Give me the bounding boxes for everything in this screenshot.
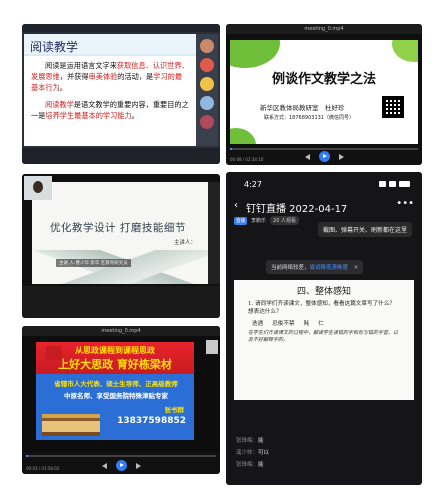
host-name: 李鹏乐 xyxy=(251,218,267,224)
wifi-icon xyxy=(389,181,396,187)
close-icon[interactable]: ✕ xyxy=(354,265,359,271)
meeting-control-bar[interactable] xyxy=(22,148,220,164)
dingtalk-live-phone: 4:27 ‹ 钉钉直播 2022-04-17 ••• 直播 李鹏乐 20 人观看… xyxy=(226,172,422,485)
meeting-toolbar xyxy=(22,24,220,32)
ideology-course-video: meeting_0.mp4 从思政课程到课程思政 上好大思政 育好栋梁材 省辖市… xyxy=(22,326,220,474)
speaker-caption: 主讲 人:曹少华 新华 区教育研究员 xyxy=(56,259,131,267)
reading-lesson-screenshot: 阅读教学 阅读是运用语言文字来获取信息、认识世界、发展思维，并获得审美体验的活动… xyxy=(22,24,220,164)
avatar[interactable] xyxy=(200,77,214,91)
more-icon[interactable]: ••• xyxy=(396,198,414,209)
teaching-design-video: 优化教学设计 打磨技能细节 主讲人： 主讲 人:曹少华 新华 区教育研究员 xyxy=(22,174,220,318)
previous-icon[interactable] xyxy=(303,153,310,160)
question-1: 1. 请同学们齐读课文，整体感知，看看这篇文章写了什么？想表达什么？ xyxy=(248,301,395,315)
slide-paragraph-2: 阅读教学是语文教学的重要内容，重要目的之一是培养学生最基本的学习能力。 xyxy=(31,100,189,120)
window-title: meeting_0.mp4 xyxy=(22,326,220,336)
poster-line-3: 省辖市人大代表、硕士生导师、正高级教师 xyxy=(54,380,178,388)
battery-icon xyxy=(399,181,410,187)
avatar[interactable] xyxy=(200,39,214,53)
avatar[interactable] xyxy=(200,58,214,72)
chat-message: 溪少帅：可以 xyxy=(236,450,270,456)
tooltip: 截图、弹幕开关、刷新都在这里 xyxy=(317,222,412,237)
composition-lesson-video: meeting_0.mp4 例谈作文教学之法 新华区教体局教研室 杜好珍 联系方… xyxy=(226,24,422,165)
mountain-decoration xyxy=(32,250,210,284)
host-info: 直播 李鹏乐 20 人观看 xyxy=(234,216,299,225)
presenter-webcam xyxy=(206,340,218,354)
side-panel xyxy=(208,182,220,284)
poster: 从思政课程到课程思政 上好大思政 育好栋梁材 省辖市人大代表、硕士生导师、正高级… xyxy=(36,342,194,440)
leaf-decoration xyxy=(230,40,280,68)
avatar[interactable] xyxy=(200,96,214,110)
next-icon[interactable] xyxy=(338,153,345,160)
progress-bar[interactable] xyxy=(26,455,216,457)
contact: 联系方式：18768903131（微信同号） xyxy=(264,115,354,121)
network-notice: 当前网络较差，尝试降低清晰度 ✕ xyxy=(266,260,364,274)
player-controls: 00:03 / 01:56:02 xyxy=(22,452,220,474)
speaker-name: 张书群 xyxy=(164,406,185,414)
chat-message: 张珠梅：能 xyxy=(236,438,264,444)
chat-list: 张珠梅：能 溪少帅：可以 张珠梅：能 xyxy=(236,435,269,471)
collage: 阅读教学 阅读是运用语言文字来获取信息、认识世界、发展思维，并获得审美体验的活动… xyxy=(0,0,447,497)
handwritten-notes: 在学生们齐读课文的过程中，解读学生读错的字和有写错的字音，以及不好解释字的。 xyxy=(248,330,399,343)
chat-message: 张珠梅：能 xyxy=(236,462,264,468)
paper-heading: 四、整体感知 xyxy=(296,287,351,297)
lesson-paper: 四、整体感知 1. 请同学们齐读课文，整体感知，看看这篇文章写了什么？想表达什么… xyxy=(234,280,414,400)
leaf-decoration xyxy=(230,128,256,144)
nav-bar: ‹ 钉钉直播 2022-04-17 ••• xyxy=(226,198,422,215)
back-icon[interactable]: ‹ xyxy=(234,200,238,211)
previous-icon[interactable] xyxy=(100,462,107,469)
live-title: 钉钉直播 2022-04-17 xyxy=(246,204,348,215)
slide-paragraph-1: 阅读是运用语言文字来获取信息、认识世界、发展思维，并获得审美体验的活动，是学习的… xyxy=(31,61,189,92)
slide: 阅读教学 阅读是运用语言文字来获取信息、认识世界、发展思维，并获得审美体验的活动… xyxy=(24,34,196,146)
participant-list[interactable] xyxy=(196,34,218,146)
qr-code-icon xyxy=(382,96,404,118)
slide-title: 阅读教学 xyxy=(30,40,79,54)
viewer-count: 20 人观看 xyxy=(270,216,299,225)
player-controls: 00:08 / 02:34:10 xyxy=(226,145,422,165)
great-hall-image xyxy=(42,414,100,436)
leaf-decoration xyxy=(392,40,418,62)
video-bottom-area xyxy=(22,286,220,318)
slide-title: 例谈作文教学之法 xyxy=(271,72,376,87)
slide: 例谈作文教学之法 新华区教体局教研室 杜好珍 联系方式：18768903131（… xyxy=(230,40,418,144)
play-button[interactable] xyxy=(115,460,127,471)
slide-title: 优化教学设计 打磨技能细节 xyxy=(50,222,186,234)
presenter-webcam xyxy=(24,176,52,200)
poster-line-4: 中原名师、享受国务院特殊津贴专家 xyxy=(64,392,168,400)
window-title: meeting_0.mp4 xyxy=(226,24,422,34)
presenter: 新华区教体局教研室 杜好珍 xyxy=(260,104,345,112)
poster-headline: 上好大思政 育好栋梁材 xyxy=(58,358,172,371)
lower-quality-link[interactable]: 尝试降低清晰度 xyxy=(310,265,349,271)
poster-line-1: 从思政课程到课程思政 xyxy=(75,346,155,355)
slide: 优化教学设计 打磨技能细节 主讲人： 主讲 人:曹少华 新华 区教育研究员 xyxy=(32,182,210,284)
poster-banner: 从思政课程到课程思政 上好大思政 育好栋梁材 xyxy=(36,342,194,374)
progress-bar[interactable] xyxy=(230,148,418,150)
play-button[interactable] xyxy=(318,151,330,162)
speaker-label: 主讲人： xyxy=(173,240,196,246)
avatar[interactable] xyxy=(200,115,214,129)
next-icon[interactable] xyxy=(135,462,142,469)
phone-number: 13837598852 xyxy=(117,416,186,426)
status-bar: 4:27 xyxy=(240,180,412,192)
signal-icon xyxy=(379,181,386,187)
vocab-list: 迭遇 忍俊不禁 耗 仁 xyxy=(252,321,324,327)
